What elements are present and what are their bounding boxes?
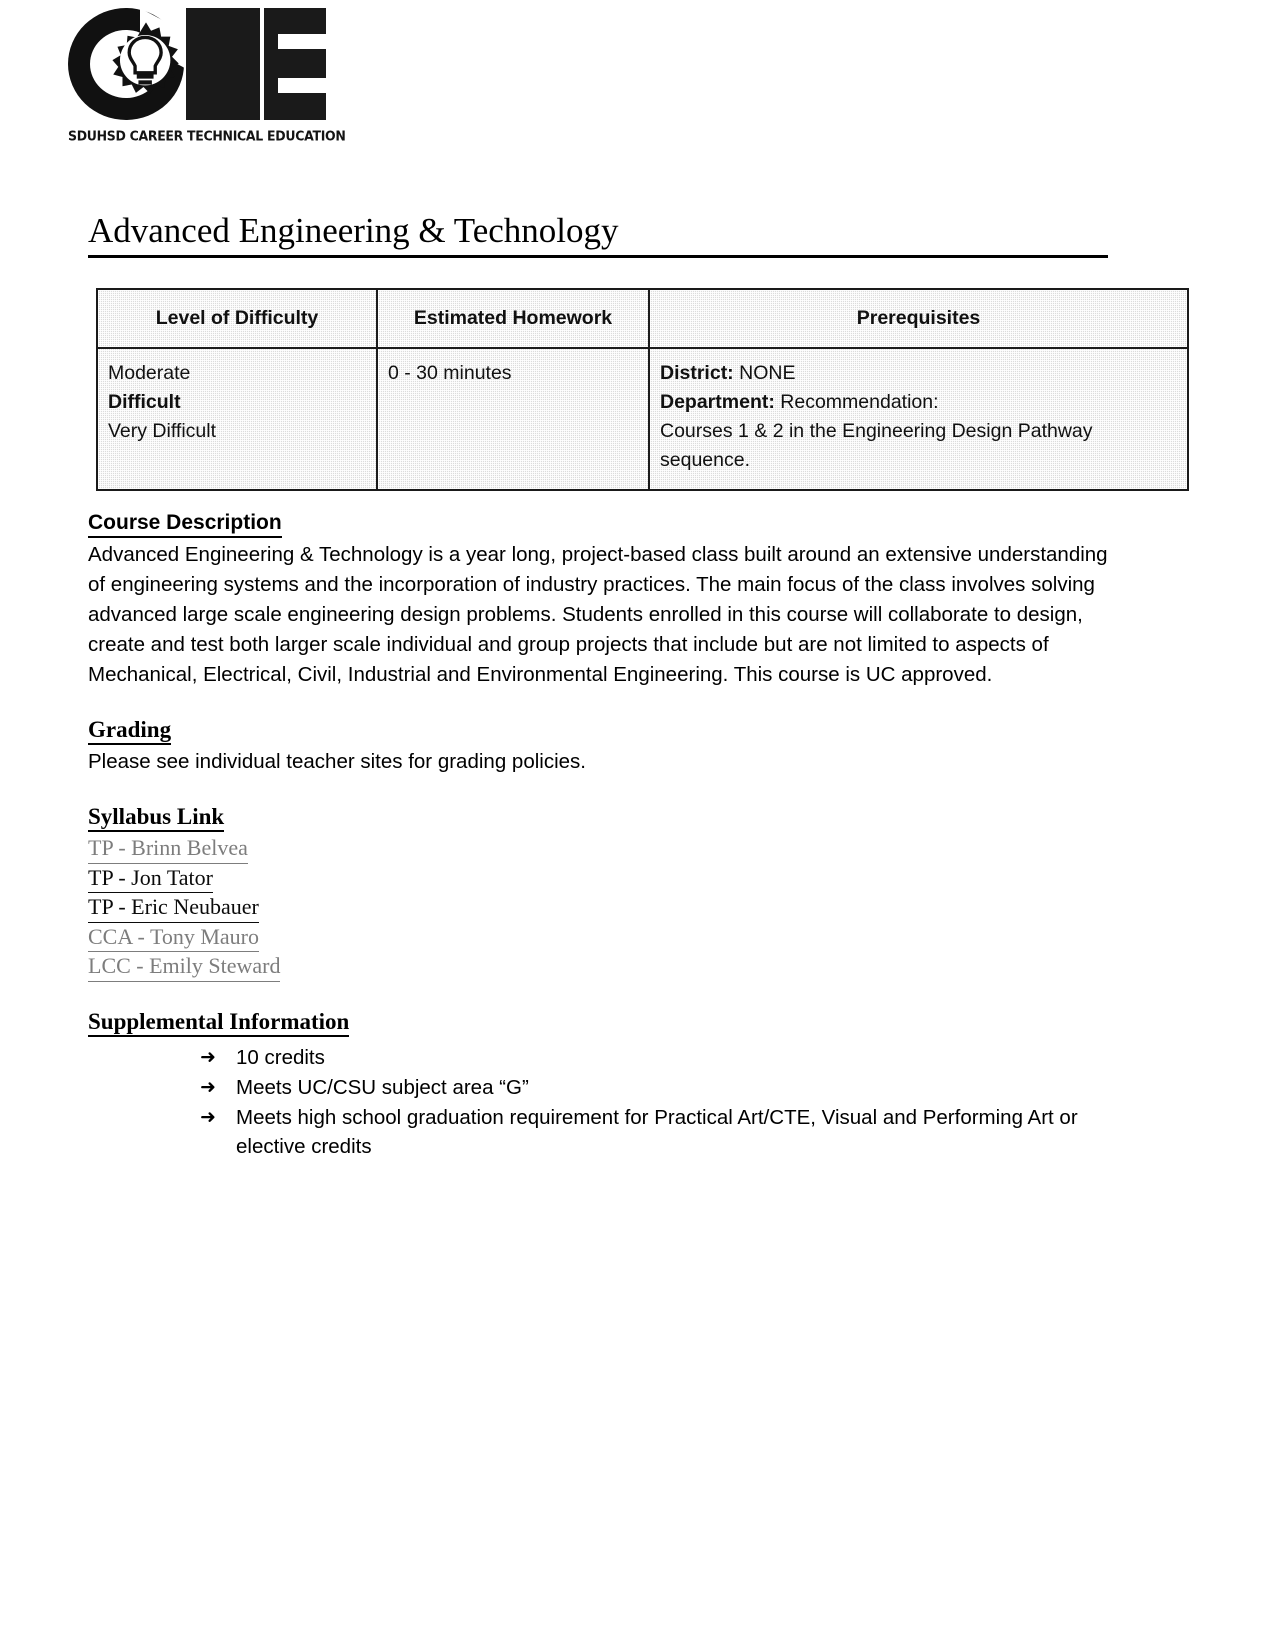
syllabus-link-tp-brinn-belvea[interactable]: TP - Brinn Belvea	[88, 834, 248, 864]
course-description-heading: Course Description	[88, 510, 282, 538]
difficulty-option-difficult: Difficult	[108, 391, 181, 413]
grading-heading: Grading	[88, 716, 172, 745]
letter-e-shape	[264, 8, 326, 120]
grading-body: Please see individual teacher sites for …	[88, 750, 586, 773]
supplemental-information-heading: Supplemental Information	[88, 1008, 350, 1037]
list-item: TP - Brinn Belvea	[88, 834, 1118, 864]
grading-section: Grading Please see individual teacher si…	[88, 716, 1118, 777]
cell-estimated-homework: 0 - 30 minutes	[376, 347, 650, 491]
table-header-row: Level of Difficulty Estimated Homework P…	[96, 288, 1189, 349]
supplemental-item-graduation-requirement: Meets high school graduation requirement…	[236, 1105, 1078, 1158]
supplemental-item-credits: 10 credits	[236, 1045, 325, 1069]
list-item: ➜ Meets UC/CSU subject area “G”	[88, 1073, 1118, 1102]
list-item: ➜ 10 credits	[88, 1043, 1118, 1072]
syllabus-link-cca-tony-mauro[interactable]: CCA - Tony Mauro	[88, 923, 260, 952]
column-header-prerequisites: Prerequisites	[648, 288, 1189, 349]
logo-caption: SDUHSD CAREER TECHNICAL EDUCATION	[68, 128, 346, 144]
difficulty-option-moderate: Moderate	[108, 362, 191, 384]
cell-prerequisites: District: NONE Department: Recommendatio…	[648, 347, 1189, 491]
syllabus-link-list: TP - Brinn Belvea TP - Jon Tator TP - Er…	[88, 834, 1118, 982]
list-item: ➜ Meets high school graduation requireme…	[88, 1103, 1118, 1161]
syllabus-link-heading: Syllabus Link	[88, 803, 225, 832]
table-row: Moderate Difficult Very Difficult 0 - 30…	[96, 347, 1189, 491]
letter-t-shape	[186, 8, 260, 120]
supplemental-item-subject-area: Meets UC/CSU subject area “G”	[236, 1075, 529, 1099]
department-label: Department:	[660, 391, 775, 413]
department-value: Recommendation:	[780, 391, 939, 413]
list-item: TP - Jon Tator	[88, 864, 1118, 893]
arrow-right-icon: ➜	[200, 1075, 216, 1098]
homework-value: 0 - 30 minutes	[388, 362, 512, 384]
cte-logo-mark	[68, 4, 326, 124]
course-description-section: Course Description Advanced Engineering …	[88, 510, 1118, 690]
arrow-right-icon: ➜	[200, 1045, 216, 1068]
list-item: LCC - Emily Steward	[88, 952, 1118, 982]
supplemental-bullet-list: ➜ 10 credits ➜ Meets UC/CSU subject area…	[88, 1043, 1118, 1161]
district-value: NONE	[739, 362, 796, 384]
supplemental-information-section: Supplemental Information ➜ 10 credits ➜ …	[88, 1008, 1118, 1161]
list-item: TP - Eric Neubauer	[88, 893, 1118, 923]
difficulty-option-very-difficult: Very Difficult	[108, 420, 217, 442]
course-description-body: Advanced Engineering & Technology is a y…	[88, 543, 1108, 686]
course-info-table: Level of Difficulty Estimated Homework P…	[96, 288, 1189, 491]
cell-difficulty-levels: Moderate Difficult Very Difficult	[96, 347, 378, 491]
document-body: Course Description Advanced Engineering …	[88, 510, 1118, 1187]
column-header-estimated-homework: Estimated Homework	[376, 288, 650, 349]
syllabus-link-tp-jon-tator[interactable]: TP - Jon Tator	[88, 864, 213, 893]
syllabus-link-lcc-emily-steward[interactable]: LCC - Emily Steward	[88, 952, 281, 982]
list-item: CCA - Tony Mauro	[88, 923, 1118, 952]
gear-lightbulb-icon	[112, 22, 179, 94]
cte-logo: SDUHSD CAREER TECHNICAL EDUCATION	[68, 4, 346, 144]
syllabus-link-tp-eric-neubauer[interactable]: TP - Eric Neubauer	[88, 893, 259, 923]
syllabus-link-section: Syllabus Link TP - Brinn Belvea TP - Jon…	[88, 803, 1118, 982]
arrow-right-icon: ➜	[200, 1105, 216, 1128]
department-detail: Courses 1 & 2 in the Engineering Design …	[660, 420, 1093, 471]
column-header-level-of-difficulty: Level of Difficulty	[96, 288, 378, 349]
prerequisite-district: District: NONE	[660, 359, 1177, 388]
page-title: Advanced Engineering & Technology	[88, 209, 1108, 258]
district-label: District:	[660, 362, 734, 384]
prerequisite-department: Department: Recommendation:	[660, 388, 1177, 417]
